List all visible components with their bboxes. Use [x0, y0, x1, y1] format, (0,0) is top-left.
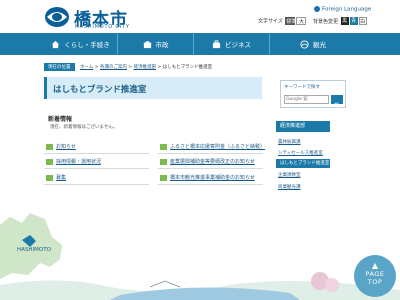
- folder-icon: [46, 174, 53, 181]
- bridge-shape: [149, 280, 181, 288]
- search-input[interactable]: [284, 95, 329, 104]
- foreign-language-link[interactable]: Foreign Language: [314, 6, 371, 13]
- sidebar-item-city-sales[interactable]: シティセールス推進室: [276, 150, 330, 156]
- link-subsidy-revision[interactable]: 産業振興補助金等要綱改正のお知らせ: [160, 158, 255, 165]
- bg-blue-button[interactable]: 青: [349, 17, 358, 25]
- folder-icon: [160, 174, 167, 181]
- map-label: HASHIMOTO: [17, 247, 52, 253]
- link-notices[interactable]: お知らせ: [46, 143, 76, 150]
- keyword-search-box: キーワードで探す: [280, 80, 346, 109]
- link-tourism-subsidy[interactable]: 橋本市観光推進事業補助金のお知らせ: [160, 174, 255, 181]
- news-heading: 新着情報: [48, 116, 73, 123]
- search-icon: [334, 102, 340, 109]
- nav-item-label: くらし・手続き: [64, 41, 110, 49]
- foreign-language-label: Foreign Language: [322, 6, 372, 13]
- nav-item-label: ビジネス: [225, 41, 251, 49]
- arrow-up-icon: ▲: [371, 261, 379, 270]
- sidebar-item-business-attraction[interactable]: 企業誘致室: [276, 172, 330, 178]
- city-hall-icon: [142, 40, 152, 48]
- divider: [44, 184, 149, 185]
- site-header: 橋本市 HASHIMOTO CITY Foreign Language 文字サイ…: [0, 0, 400, 33]
- city-logo[interactable]: 橋本市 HASHIMOTO CITY: [44, 5, 154, 31]
- folder-icon: [46, 143, 53, 150]
- globe-icon: [314, 6, 320, 12]
- accessibility-tools: 文字サイズ 標準大 背景色変更 黒青白: [258, 17, 367, 25]
- nav-item-city-government[interactable]: 市政: [117, 33, 193, 55]
- breadcrumb-departments[interactable]: 各課のご案内: [100, 65, 127, 70]
- page-title-box: はしもとブランド推進室: [44, 77, 262, 99]
- bg-color-label: 背景色変更: [313, 18, 339, 25]
- folder-icon: [160, 143, 167, 150]
- page-top-button[interactable]: ▲ PAGE TOP: [354, 255, 396, 297]
- keyword-search-heading: キーワードで探す: [284, 85, 320, 90]
- breadcrumb-economic-dept[interactable]: 経済推進部: [134, 65, 157, 70]
- page-title: はしもとブランド推進室: [53, 85, 147, 95]
- link-recruitment[interactable]: 採用情報・運用状況: [46, 158, 101, 165]
- global-nav: くらし・手続き 市政 ビジネス 観光: [0, 33, 400, 55]
- nav-item-sightseeing[interactable]: 観光: [269, 33, 400, 55]
- text-size-label: 文字サイズ: [258, 18, 283, 25]
- divider: [158, 168, 263, 169]
- link-label: 募集: [56, 175, 67, 181]
- link-furusato-tax[interactable]: ふるさと橋本応援寄附金（ふるさと納税）: [160, 143, 265, 150]
- breadcrumb-home[interactable]: ホーム: [80, 65, 93, 70]
- page-top-label-1: PAGE: [365, 270, 385, 278]
- link-label: 採用情報・運用状況: [56, 159, 102, 165]
- nav-item-business[interactable]: ビジネス: [193, 33, 269, 55]
- folder-icon: [160, 158, 167, 165]
- breadcrumb: 現在の位置 ホーム > 各課のご案内 > 経済推進部 > はしもとブランド推進室: [44, 63, 212, 71]
- text-size-standard-button[interactable]: 標準: [285, 17, 296, 25]
- bg-white-button[interactable]: 白: [358, 17, 367, 25]
- page-top-label-2: TOP: [367, 278, 383, 286]
- divider: [158, 153, 263, 154]
- sidebar-item-brand-office[interactable]: はしもとブランド推進室: [276, 159, 330, 168]
- sidebar-item-commerce-tourism[interactable]: 商業観光課: [276, 184, 330, 190]
- sidebar-item-agriculture[interactable]: 農林振興課: [276, 139, 330, 145]
- bg-black-button[interactable]: 黒: [340, 17, 349, 25]
- divider: [158, 184, 263, 185]
- footer-illustration: HASHIMOTO: [0, 213, 400, 300]
- divider: [44, 153, 149, 154]
- house-icon: [52, 40, 60, 48]
- nav-item-label: 市政: [155, 41, 169, 49]
- cherry-tree-shape: [325, 278, 339, 292]
- business-icon: [212, 39, 221, 48]
- sidebar-section-heading[interactable]: 経済推進部: [276, 121, 330, 132]
- divider: [44, 168, 149, 169]
- breadcrumb-current: はしもとブランド推進室: [162, 65, 213, 70]
- link-label: 産業振興補助金等要綱改正のお知らせ: [170, 159, 255, 165]
- breadcrumb-here-label: 現在の位置: [44, 63, 75, 71]
- nav-item-label: 観光: [313, 41, 326, 49]
- search-button[interactable]: [331, 95, 343, 109]
- nav-item-living[interactable]: くらし・手続き: [0, 33, 117, 55]
- folder-icon: [46, 158, 53, 165]
- link-label: 橋本市観光推進事業補助金のお知らせ: [170, 175, 255, 181]
- link-recruiting[interactable]: 募集: [46, 174, 66, 181]
- text-size-large-button[interactable]: 大: [296, 17, 307, 25]
- logo-subtext: HASHIMOTO CITY: [75, 24, 130, 30]
- link-label: ふるさと橋本応援寄附金（ふるさと納税）: [170, 144, 266, 150]
- news-empty-text: 現在、新着情報はございません。: [50, 125, 118, 130]
- sightseeing-icon: [300, 39, 309, 49]
- city-emblem-icon: [45, 7, 69, 27]
- link-label: お知らせ: [56, 144, 76, 150]
